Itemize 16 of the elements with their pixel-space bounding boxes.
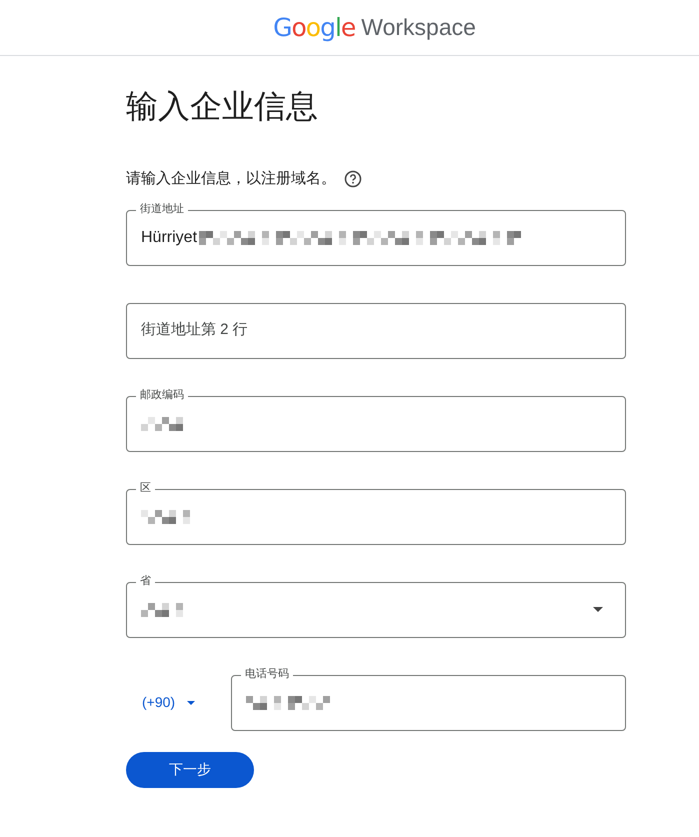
dropdown-arrow-icon <box>593 607 603 612</box>
field-label: 电话号码 <box>241 666 293 682</box>
next-button[interactable]: 下一步 <box>126 752 254 788</box>
caret-icon <box>187 700 196 704</box>
country-code-dropdown[interactable]: (+90) <box>126 674 231 730</box>
field-label: 邮政编码 <box>136 386 188 402</box>
input-field[interactable]: 街道地址第 2 行 <box>126 302 626 358</box>
field-value: Hürriyet <box>141 228 198 248</box>
help-icon[interactable] <box>344 170 362 188</box>
logo-brand-text: Google <box>273 12 356 44</box>
field-label: 省 <box>136 572 155 588</box>
page-title: 输入企业信息 <box>126 87 319 126</box>
logo-product-text: Workspace <box>361 13 476 42</box>
field-label: 街道地址 <box>136 200 188 216</box>
placeholder-text: 街道地址第 2 行 <box>141 320 248 340</box>
intro-text: 请输入企业信息，以注册域名。 <box>126 169 336 189</box>
